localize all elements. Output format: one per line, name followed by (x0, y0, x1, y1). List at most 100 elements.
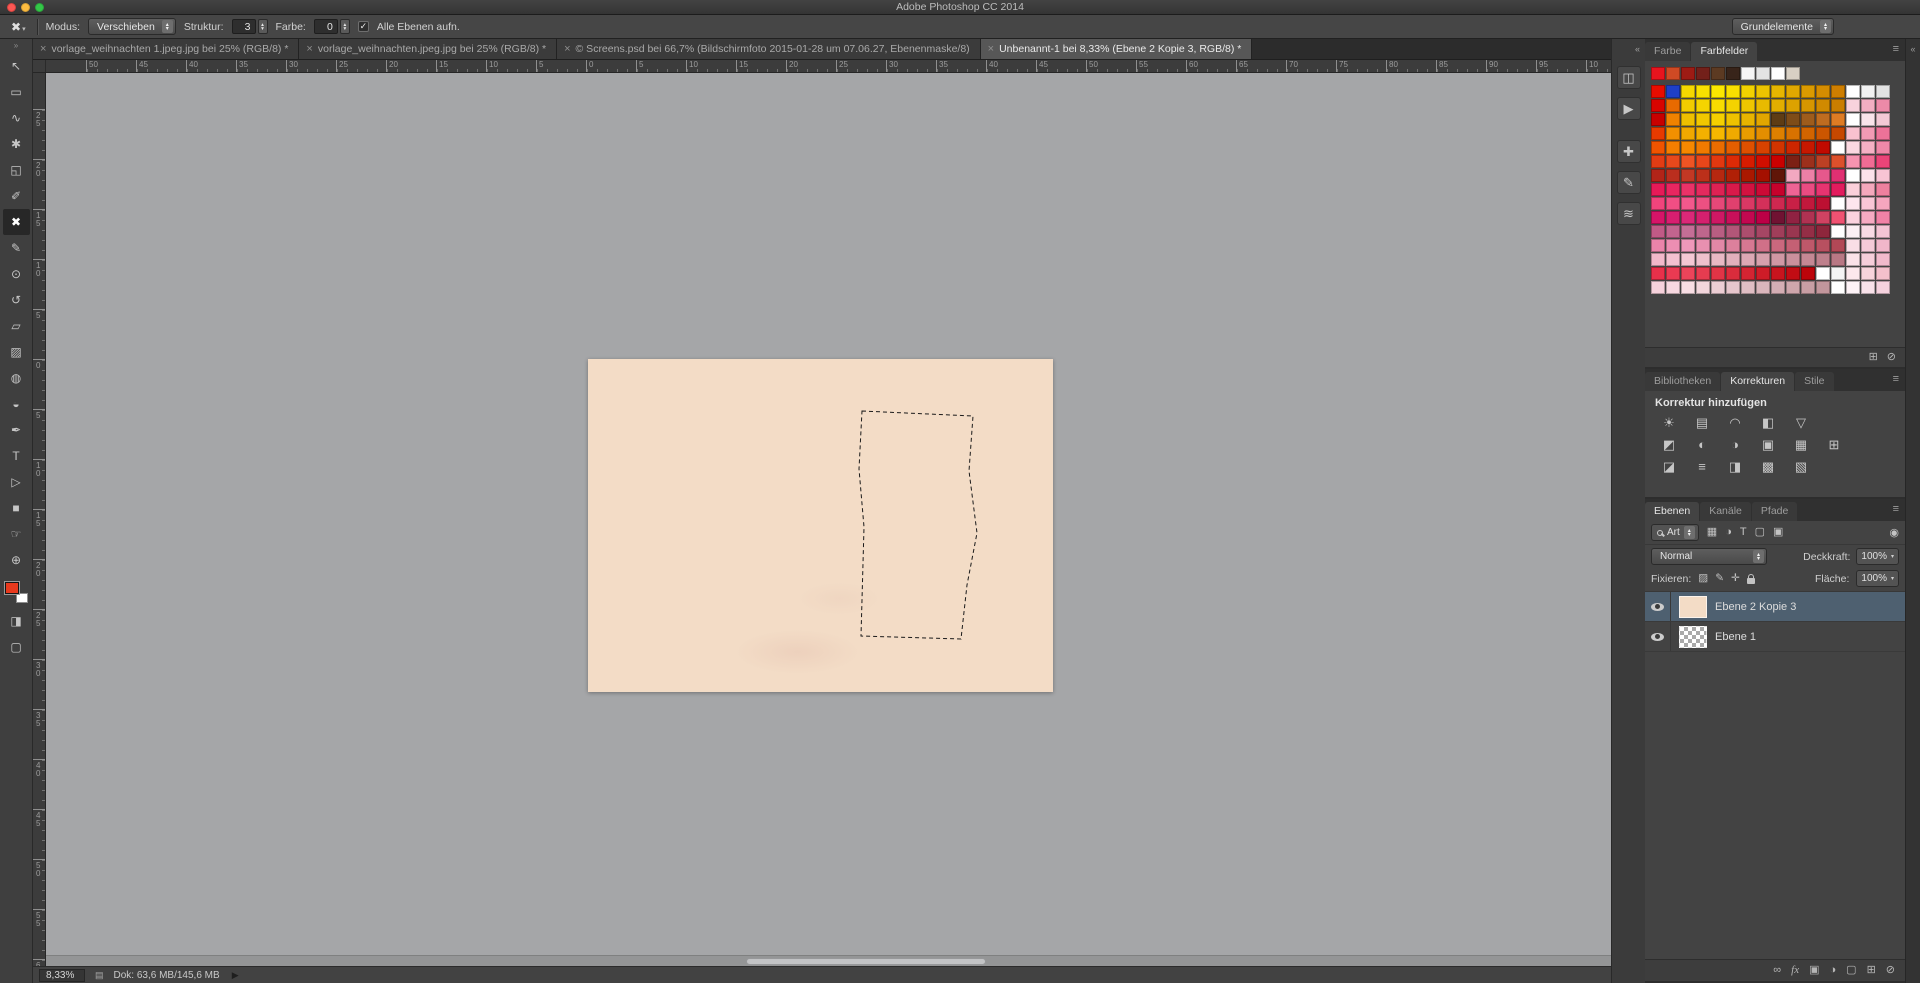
swatch[interactable] (1816, 99, 1830, 112)
swatch[interactable] (1876, 155, 1890, 168)
modus-select[interactable]: Verschieben ▴ ▾ (88, 18, 176, 35)
swatch[interactable] (1696, 67, 1710, 80)
swatch[interactable] (1876, 141, 1890, 154)
swatch[interactable] (1861, 267, 1875, 280)
swatch[interactable] (1831, 85, 1845, 98)
sample-all-layers-checkbox[interactable]: ✓ (358, 21, 369, 32)
swatch[interactable] (1651, 141, 1665, 154)
swatch[interactable] (1681, 183, 1695, 196)
swatch[interactable] (1846, 99, 1860, 112)
swatch[interactable] (1846, 183, 1860, 196)
swatch[interactable] (1741, 281, 1755, 294)
swatch[interactable] (1771, 281, 1785, 294)
swatch[interactable] (1876, 85, 1890, 98)
swatch[interactable] (1696, 253, 1710, 266)
swatch[interactable] (1666, 85, 1680, 98)
panel-tab-farbfelder[interactable]: Farbfelder (1691, 42, 1757, 61)
swatch[interactable] (1771, 113, 1785, 126)
swatch[interactable] (1771, 99, 1785, 112)
document-tab[interactable]: ×vorlage_weihnachten 1.jpeg.jpg bei 25% … (33, 39, 299, 59)
new-layer-icon[interactable]: ⊞ (1867, 965, 1876, 976)
swatch[interactable] (1651, 267, 1665, 280)
swatch[interactable] (1831, 281, 1845, 294)
swatch[interactable] (1681, 267, 1695, 280)
document-tab[interactable]: ×vorlage_weihnachten.jpeg.jpg bei 25% (R… (299, 39, 557, 59)
panel-tab-farbe[interactable]: Farbe (1645, 42, 1690, 61)
swatch[interactable] (1846, 267, 1860, 280)
swatch[interactable] (1651, 225, 1665, 238)
swatch[interactable] (1831, 127, 1845, 140)
dodge-tool[interactable]: ◒ (3, 391, 30, 417)
link-layers-icon[interactable]: ∞ (1773, 965, 1781, 976)
swatch[interactable] (1831, 99, 1845, 112)
swatch[interactable] (1681, 197, 1695, 210)
swatch[interactable] (1756, 169, 1770, 182)
swatch[interactable] (1876, 169, 1890, 182)
swatch[interactable] (1651, 67, 1665, 80)
swatch[interactable] (1651, 169, 1665, 182)
swatch[interactable] (1651, 239, 1665, 252)
swatch[interactable] (1771, 225, 1785, 238)
delete-swatch-icon[interactable]: ⊘ (1887, 352, 1896, 363)
swatch[interactable] (1741, 225, 1755, 238)
lasso-tool[interactable]: ∿ (3, 105, 30, 131)
blend-mode-select[interactable]: Normal ▴ ▾ (1651, 548, 1767, 565)
swatch[interactable] (1741, 183, 1755, 196)
swatch[interactable] (1741, 127, 1755, 140)
swatch[interactable] (1801, 239, 1815, 252)
collapsed-adjustments-icon[interactable]: ✚ (1617, 140, 1641, 163)
swatch[interactable] (1831, 267, 1845, 280)
swatch[interactable] (1801, 113, 1815, 126)
swatch[interactable] (1876, 239, 1890, 252)
path-selection-tool[interactable]: ▷ (3, 469, 30, 495)
photo-filter-icon[interactable]: ▣ (1758, 436, 1778, 454)
swatch[interactable] (1666, 183, 1680, 196)
collapsed-clone-source-icon[interactable]: ≋ (1617, 202, 1641, 225)
swatch[interactable] (1666, 239, 1680, 252)
panel-tab-kan-le[interactable]: Kanäle (1700, 502, 1751, 521)
swatch[interactable] (1666, 141, 1680, 154)
swatch[interactable] (1651, 99, 1665, 112)
swatch[interactable] (1771, 155, 1785, 168)
swatch[interactable] (1861, 141, 1875, 154)
swatch[interactable] (1786, 183, 1800, 196)
swatch[interactable] (1696, 197, 1710, 210)
swatch[interactable] (1666, 211, 1680, 224)
swatch[interactable] (1846, 211, 1860, 224)
swatch[interactable] (1741, 67, 1755, 80)
swatch[interactable] (1831, 225, 1845, 238)
swatch[interactable] (1756, 239, 1770, 252)
filter-pixel-layers-icon[interactable]: ▦ (1707, 527, 1717, 538)
swatch[interactable] (1771, 197, 1785, 210)
swatch[interactable] (1666, 225, 1680, 238)
swatch[interactable] (1801, 155, 1815, 168)
swatch[interactable] (1771, 267, 1785, 280)
swatch[interactable] (1726, 155, 1740, 168)
tab-close-icon[interactable]: × (564, 44, 570, 55)
swatch[interactable] (1876, 253, 1890, 266)
swatch[interactable] (1696, 183, 1710, 196)
swatch[interactable] (1816, 253, 1830, 266)
swatch[interactable] (1786, 141, 1800, 154)
swatch[interactable] (1711, 169, 1725, 182)
swatch[interactable] (1726, 239, 1740, 252)
swatch[interactable] (1801, 99, 1815, 112)
swatch[interactable] (1786, 99, 1800, 112)
swatch[interactable] (1711, 253, 1725, 266)
opacity-field[interactable]: 100% ▾ (1856, 548, 1899, 565)
swatch[interactable] (1666, 99, 1680, 112)
swatch[interactable] (1711, 141, 1725, 154)
lock-position-icon[interactable]: ✛ (1731, 573, 1740, 584)
swatch[interactable] (1741, 113, 1755, 126)
swatch[interactable] (1756, 141, 1770, 154)
swatch[interactable] (1801, 281, 1815, 294)
struktur-value[interactable]: 3 (232, 19, 256, 34)
background-color-swatch[interactable] (16, 593, 28, 603)
swatch[interactable] (1816, 183, 1830, 196)
swatch[interactable] (1786, 197, 1800, 210)
swatch[interactable] (1666, 67, 1680, 80)
stepper-icon[interactable]: ▴ ▾ (258, 19, 268, 34)
swatch[interactable] (1681, 239, 1695, 252)
swatch[interactable] (1666, 253, 1680, 266)
swatch[interactable] (1771, 211, 1785, 224)
